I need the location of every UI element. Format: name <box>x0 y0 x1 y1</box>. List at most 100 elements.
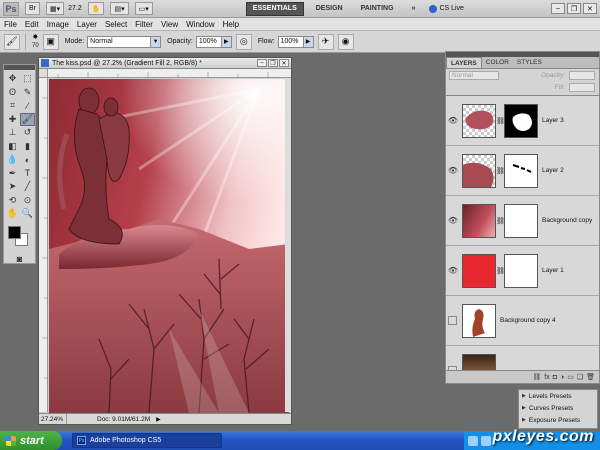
dodge-tool-icon[interactable]: ◐ <box>20 153 35 167</box>
eraser-tool-icon[interactable]: ◧ <box>5 140 20 154</box>
menu-file[interactable]: File <box>0 20 21 29</box>
shape-tool-icon[interactable]: ╱ <box>20 180 35 194</box>
launch-bridge-button[interactable]: Br <box>25 2 40 15</box>
tab-styles[interactable]: STYLES <box>513 57 546 68</box>
layer-row[interactable]: Background copy 4 <box>446 296 599 346</box>
tablet-pressure-size-icon[interactable]: ◉ <box>337 33 354 50</box>
mask-link-icon[interactable]: ⛓ <box>496 267 505 275</box>
layer-mask-thumbnail[interactable] <box>504 153 538 188</box>
layer-mask-thumbnail[interactable] <box>504 103 538 138</box>
zoom-tool-icon[interactable]: 🔍 <box>20 207 35 221</box>
quick-selection-tool-icon[interactable]: ✎ <box>20 86 35 100</box>
visibility-toggle-empty[interactable] <box>448 316 457 325</box>
layer-fill-input[interactable] <box>569 82 595 92</box>
history-brush-tool-icon[interactable]: ↺ <box>20 126 35 140</box>
trash-icon[interactable]: 🗑 <box>586 373 595 381</box>
brush-panel-toggle-icon[interactable]: ▣ <box>42 33 59 50</box>
foreground-color-swatch[interactable] <box>8 225 21 239</box>
more-workspaces-button[interactable]: » <box>406 2 422 16</box>
layer-row[interactable]: 👁 ⛓ Layer 1 <box>446 246 599 296</box>
menu-layer[interactable]: Layer <box>73 20 101 29</box>
mask-link-icon[interactable]: ⛓ <box>496 217 505 225</box>
mask-link-icon[interactable]: ⛓ <box>496 117 505 125</box>
menu-filter[interactable]: Filter <box>131 20 157 29</box>
3d-rotate-tool-icon[interactable]: ⟲ <box>5 194 20 208</box>
vertical-scrollbar[interactable] <box>285 78 291 412</box>
document-canvas[interactable] <box>49 79 289 413</box>
visibility-eye-icon[interactable]: 👁 <box>446 116 460 125</box>
opacity-slider-arrow-icon[interactable]: ▶ <box>221 35 232 48</box>
hand-tool-icon[interactable]: ✋ <box>5 207 20 221</box>
link-layers-icon[interactable]: ⛓ <box>532 373 541 381</box>
workspace-design[interactable]: DESIGN <box>310 2 349 16</box>
restore-icon[interactable]: ❐ <box>566 3 581 14</box>
layer-row[interactable] <box>446 346 599 371</box>
doc-close-icon[interactable]: ✕ <box>279 59 289 67</box>
new-layer-icon[interactable]: ❏ <box>577 373 583 381</box>
workspace-painting[interactable]: PAINTING <box>355 2 400 16</box>
tray-network-icon[interactable] <box>468 435 478 446</box>
status-menu-arrow-icon[interactable]: ▶ <box>156 416 161 423</box>
path-selection-tool-icon[interactable]: ➤ <box>5 180 20 194</box>
menu-image[interactable]: Image <box>43 20 73 29</box>
clone-stamp-tool-icon[interactable]: ⊥ <box>5 126 20 140</box>
marquee-tool-icon[interactable]: ⬚ <box>20 72 35 86</box>
crop-tool-icon[interactable]: ⌗ <box>5 99 20 113</box>
mode-dropdown-arrow-icon[interactable]: ▼ <box>151 35 162 48</box>
zoom-level[interactable]: 27.2 <box>68 5 82 12</box>
tab-layers[interactable]: LAYERS <box>446 57 482 68</box>
3d-orbit-tool-icon[interactable]: ⊙ <box>20 194 35 208</box>
menu-edit[interactable]: Edit <box>21 20 43 29</box>
view-extras-button[interactable]: ▦▾ <box>46 2 65 15</box>
blend-mode-select[interactable]: Normal <box>449 70 499 80</box>
flow-input[interactable]: 100% <box>277 35 304 48</box>
start-button[interactable]: start <box>0 431 62 450</box>
layer-style-fx-icon[interactable]: fx <box>544 374 549 381</box>
gradient-tool-icon[interactable]: ▮ <box>20 140 35 154</box>
flow-slider-arrow-icon[interactable]: ▶ <box>303 35 314 48</box>
eyedropper-tool-icon[interactable]: ⁄ <box>20 99 35 113</box>
visibility-eye-icon[interactable]: 👁 <box>446 266 460 275</box>
taskbar-item-photoshop[interactable]: Ps Adobe Photoshop CS5 <box>72 433 222 448</box>
new-group-folder-icon[interactable]: ▭ <box>567 373 574 381</box>
workspace-essentials[interactable]: ESSENTIALS <box>245 1 304 16</box>
menu-window[interactable]: Window <box>182 20 218 29</box>
document-titlebar[interactable]: The kiss.psd @ 27.2% (Gradient Fill 2, R… <box>39 58 291 69</box>
doc-restore-icon[interactable]: ❐ <box>268 59 278 67</box>
brush-tool-preset-icon[interactable]: 🖌 <box>4 33 20 50</box>
menu-select[interactable]: Select <box>101 20 131 29</box>
opacity-input[interactable]: 100% <box>195 35 222 48</box>
lasso-tool-icon[interactable]: ʘ <box>5 86 20 100</box>
arrange-documents-button[interactable]: ▤▾ <box>110 2 129 15</box>
blur-tool-icon[interactable]: 💧 <box>5 153 20 167</box>
vertical-ruler[interactable] <box>39 78 48 412</box>
layer-row[interactable]: 👁 ⛓ Background copy <box>446 196 599 246</box>
minimize-icon[interactable]: – <box>550 3 565 14</box>
layer-row[interactable]: 👁 ⛓ Layer 2 <box>446 146 599 196</box>
visibility-eye-icon[interactable]: 👁 <box>446 166 460 175</box>
preset-curves[interactable]: ▶ Curves Presets <box>519 402 597 414</box>
visibility-eye-icon[interactable]: 👁 <box>446 216 460 225</box>
horizontal-ruler[interactable] <box>48 69 291 78</box>
layer-mask-thumbnail[interactable] <box>504 203 538 238</box>
screen-mode-button[interactable]: ▭▾ <box>134 2 153 15</box>
add-mask-icon[interactable]: ◘ <box>553 374 557 381</box>
tablet-pressure-opacity-icon[interactable]: ◎ <box>235 33 252 50</box>
menu-help[interactable]: Help <box>219 20 243 29</box>
preset-levels[interactable]: ▶ Levels Presets <box>519 390 597 402</box>
tray-volume-icon[interactable] <box>481 435 491 446</box>
brush-picker[interactable]: ✸ 70 <box>32 34 39 50</box>
menu-view[interactable]: View <box>157 20 182 29</box>
layer-opacity-input[interactable] <box>569 70 595 80</box>
layer-row[interactable]: 👁 ⛓ Layer 3 <box>446 96 599 146</box>
healing-brush-tool-icon[interactable]: ✚ <box>5 113 20 127</box>
layer-mask-thumbnail[interactable] <box>504 253 538 288</box>
document-zoom-field[interactable]: 27.24% <box>39 414 67 424</box>
tab-color[interactable]: COLOR <box>482 57 513 68</box>
mask-link-icon[interactable]: ⛓ <box>496 167 505 175</box>
pen-tool-icon[interactable]: ✒ <box>5 167 20 181</box>
cs-live-button[interactable]: CS Live <box>429 4 464 13</box>
mode-select[interactable]: Normal <box>87 35 152 48</box>
quick-mask-icon[interactable]: ◙ <box>17 254 22 264</box>
airbrush-icon[interactable]: ✈ <box>317 33 334 50</box>
